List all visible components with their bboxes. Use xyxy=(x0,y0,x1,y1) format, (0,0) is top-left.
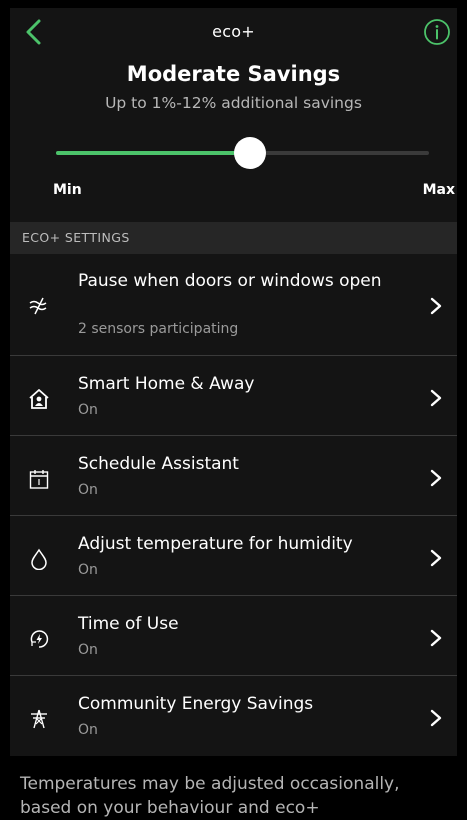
lightning-clock-icon xyxy=(30,630,49,648)
setting-status: On xyxy=(78,482,98,498)
chevron-right-icon xyxy=(430,629,442,647)
chevron-right-icon xyxy=(430,709,442,727)
power-tower-icon xyxy=(31,709,47,729)
savings-level-subtitle: Up to 1%-12% additional savings xyxy=(105,94,362,112)
chevron-right-icon xyxy=(430,297,442,315)
calendar-icon xyxy=(29,470,49,489)
setting-label: Smart Home & Away xyxy=(78,374,255,394)
setting-row-community-energy[interactable]: Community Energy Savings On xyxy=(10,676,457,756)
top-bar: eco+ xyxy=(10,8,457,56)
slider-min-label: Min xyxy=(53,182,82,198)
water-drop-icon xyxy=(31,548,47,570)
setting-label: Adjust temperature for humidity xyxy=(78,534,353,554)
setting-status: 2 sensors participating xyxy=(78,321,239,337)
eco-plus-footnote: Temperatures may be adjusted occasionall… xyxy=(20,774,400,818)
setting-status: On xyxy=(78,642,98,658)
page-title: eco+ xyxy=(212,22,255,41)
slider-fill xyxy=(56,151,250,155)
setting-row-time-of-use[interactable]: Time of Use On xyxy=(10,596,457,676)
chevron-right-icon xyxy=(430,389,442,407)
window-sensor-icon xyxy=(29,297,47,315)
setting-status: On xyxy=(78,402,98,418)
chevron-right-icon xyxy=(430,469,442,487)
setting-row-pause-doors-windows[interactable]: Pause when doors or windows open 2 senso… xyxy=(10,254,457,356)
slider-thumb[interactable] xyxy=(233,137,266,169)
info-button[interactable] xyxy=(423,18,451,46)
slider-max-label: Max xyxy=(422,182,455,198)
setting-status: On xyxy=(78,562,98,578)
setting-row-schedule-assistant[interactable]: Schedule Assistant On xyxy=(10,436,457,516)
home-person-icon xyxy=(29,389,49,409)
setting-label: Community Energy Savings xyxy=(78,694,314,714)
setting-label: Schedule Assistant xyxy=(78,454,239,474)
settings-list: Pause when doors or windows open 2 senso… xyxy=(10,254,457,756)
setting-status: On xyxy=(78,722,98,738)
savings-panel: Moderate Savings Up to 1%-12% additional… xyxy=(10,56,457,222)
info-icon xyxy=(424,19,450,45)
savings-level-title: Moderate Savings xyxy=(126,62,341,86)
savings-slider[interactable] xyxy=(56,137,429,169)
setting-label: Pause when doors or windows open xyxy=(78,271,382,291)
section-header: ECO+ SETTINGS xyxy=(10,222,457,254)
setting-row-humidity[interactable]: Adjust temperature for humidity On xyxy=(10,516,457,596)
setting-row-smart-home-away[interactable]: Smart Home & Away On xyxy=(10,356,457,436)
chevron-right-icon xyxy=(430,549,442,567)
setting-label: Time of Use xyxy=(78,614,179,634)
